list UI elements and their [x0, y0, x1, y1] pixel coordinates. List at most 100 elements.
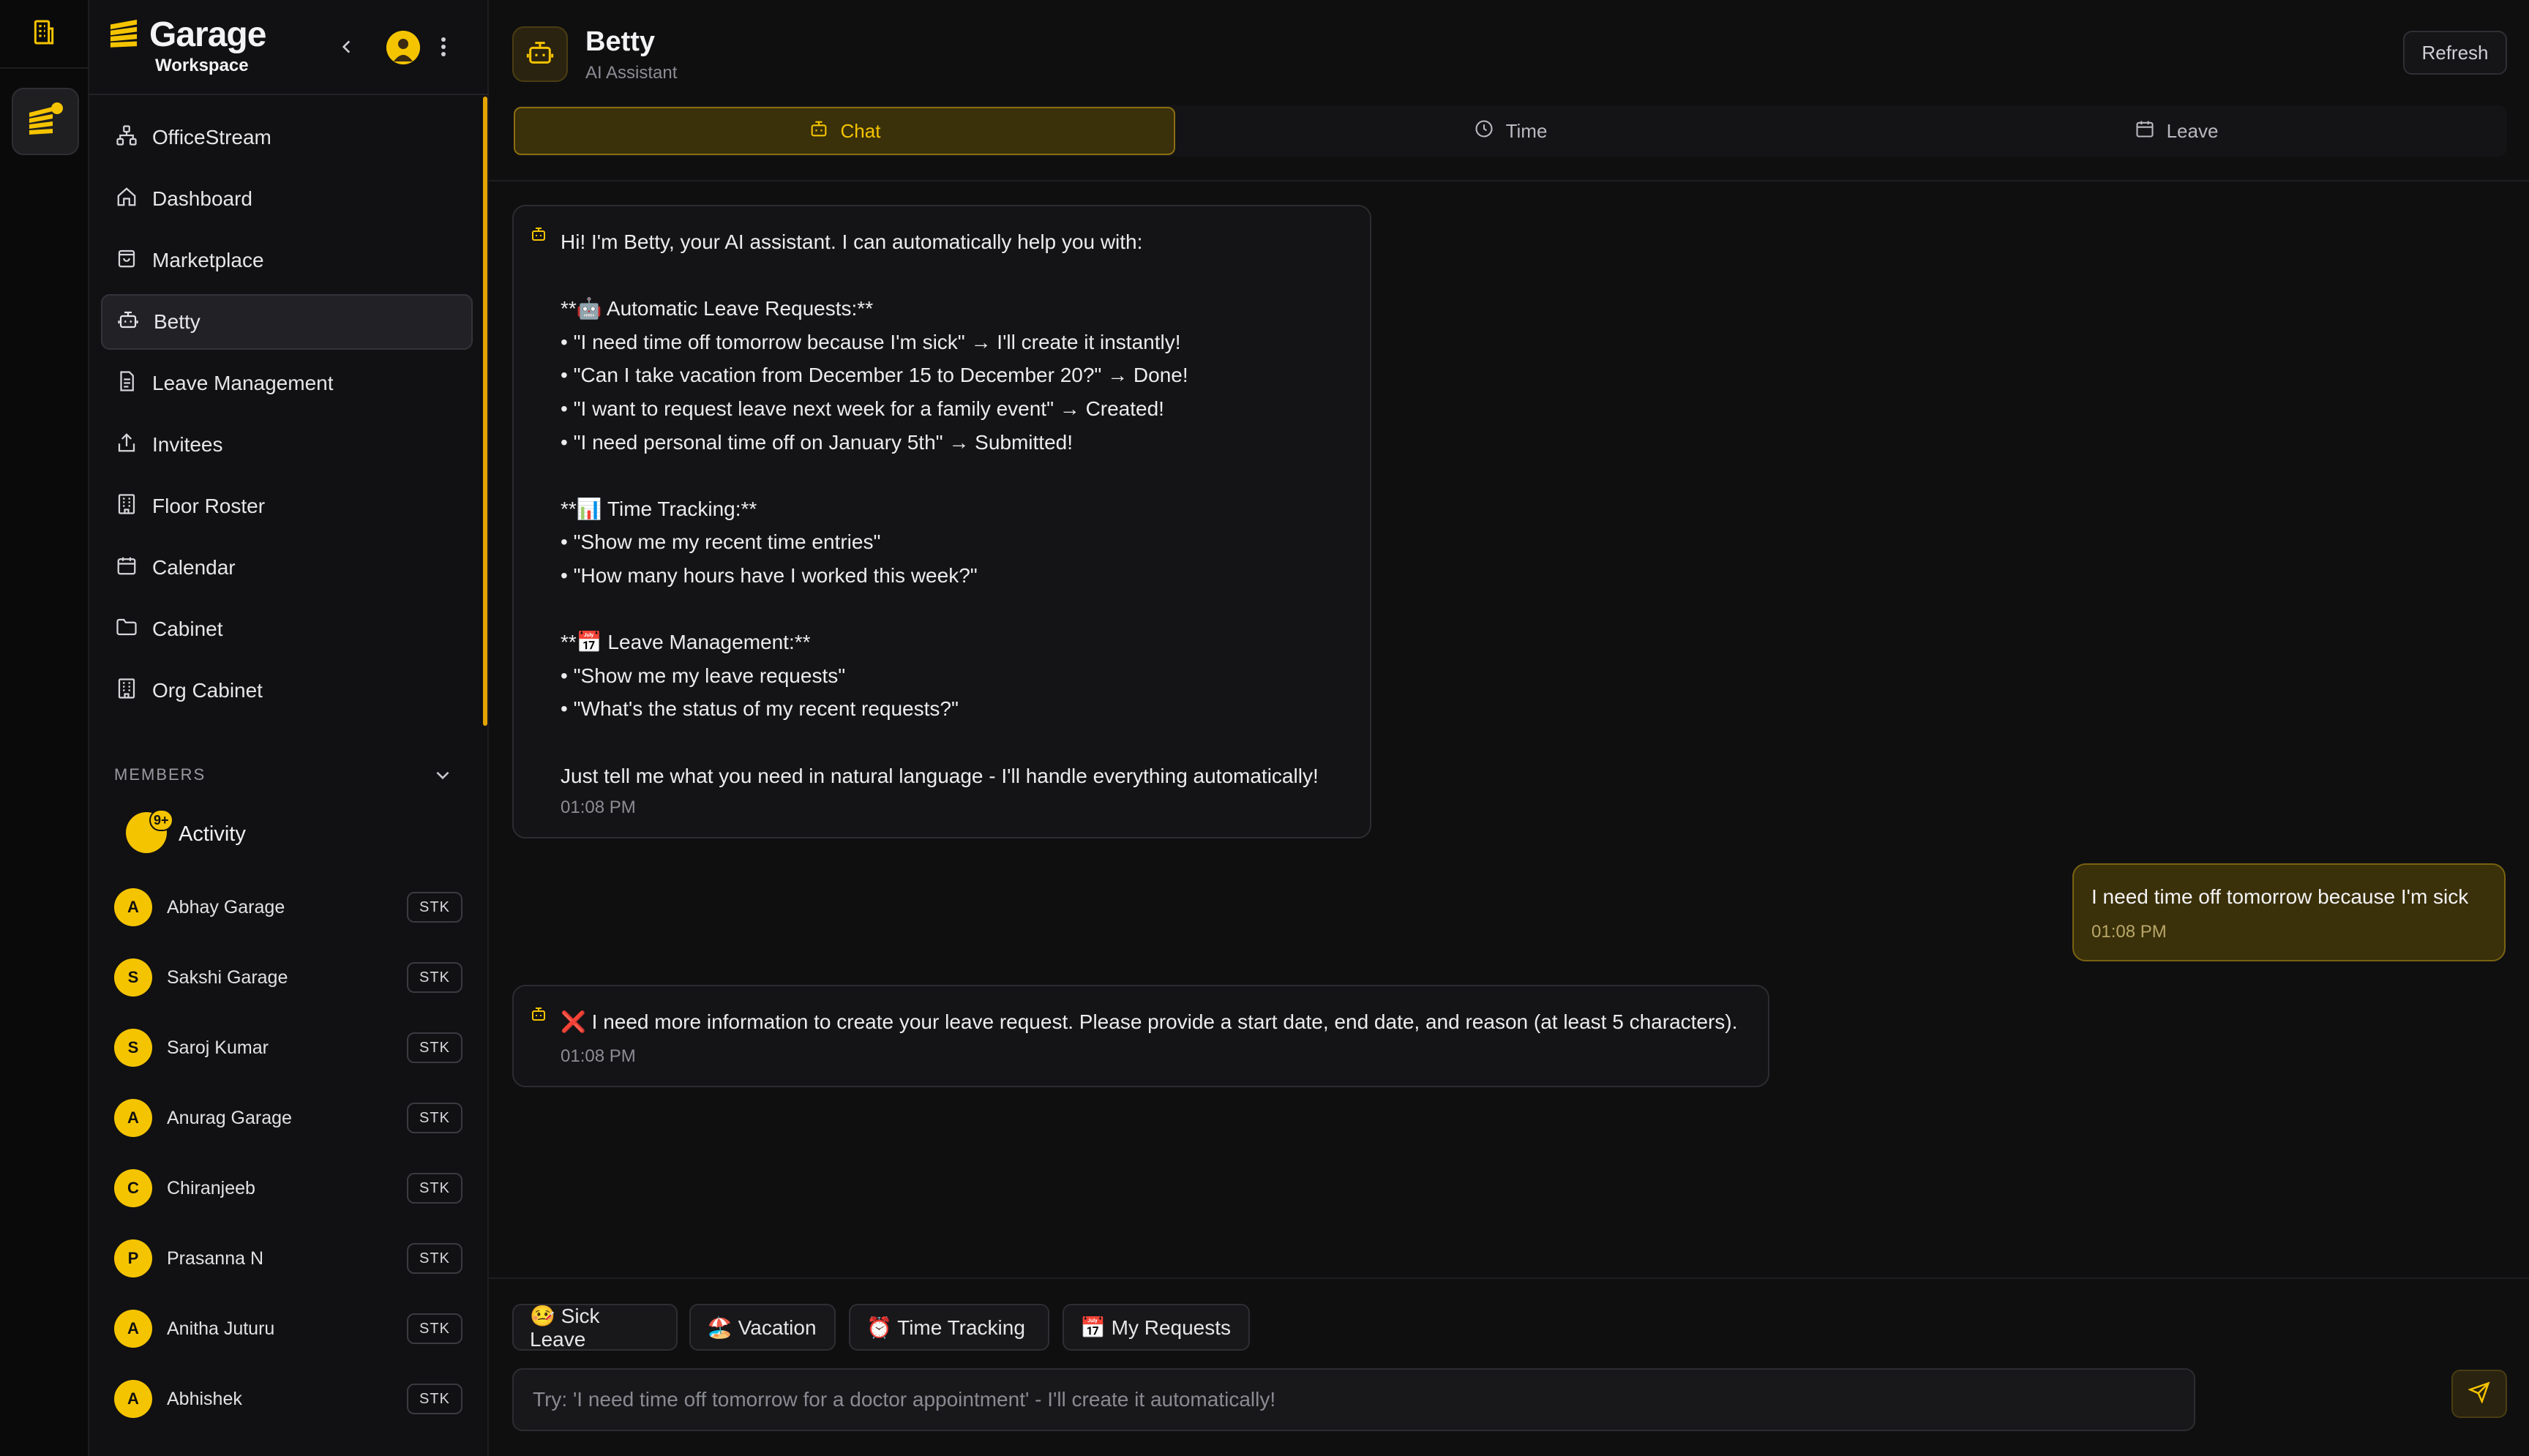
sidebar-item-cabinet[interactable]: Cabinet: [101, 601, 473, 657]
member-name: Sakshi Garage: [167, 967, 288, 988]
send-icon: [2468, 1381, 2490, 1407]
member-tag: STK: [407, 892, 462, 923]
quick-action-sick-leave[interactable]: 🤒 Sick Leave: [512, 1304, 678, 1351]
member-item[interactable]: S Sakshi Garage STK: [114, 957, 462, 998]
activity-count-badge: 9+: [149, 809, 173, 831]
chevron-left-icon: [337, 37, 356, 60]
app-rail: [0, 0, 89, 1456]
member-name: Abhay Garage: [167, 896, 285, 917]
member-name: Chiranjeeb: [167, 1177, 255, 1198]
member-item[interactable]: A Anurag Garage STK: [114, 1097, 462, 1138]
member-name: Abhishek: [167, 1388, 242, 1409]
tab-label: Leave: [2166, 119, 2219, 142]
tab-time[interactable]: Time: [1180, 107, 1841, 155]
message-text: ❌ I need more information to create your…: [561, 1010, 1738, 1033]
page-subtitle: AI Assistant: [585, 63, 678, 83]
member-avatar: P: [114, 1239, 152, 1277]
sidebar-item-leave-management[interactable]: Leave Management: [101, 356, 473, 411]
member-avatar: S: [114, 1029, 152, 1067]
bot-icon: [117, 309, 139, 336]
user-avatar[interactable]: [386, 31, 420, 64]
sidebar-item-label: Calendar: [152, 556, 236, 579]
network-icon: [116, 124, 138, 151]
chat-input[interactable]: Try: 'I need time off tomorrow for a doc…: [512, 1368, 2195, 1431]
kebab-icon: [441, 37, 446, 61]
sidebar-item-invitees[interactable]: Invitees: [101, 417, 473, 473]
sidebar-item-label: Org Cabinet: [152, 679, 263, 702]
member-item[interactable]: S Saroj Kumar STK: [114, 1027, 462, 1068]
chat-header: Betty AI Assistant Refresh: [489, 0, 2529, 95]
member-name: Anurag Garage: [167, 1107, 292, 1128]
member-item[interactable]: P Prasanna N STK: [114, 1238, 462, 1279]
building-icon[interactable]: [29, 18, 59, 50]
workspace-switcher-button[interactable]: [12, 88, 79, 155]
building-icon: [116, 678, 138, 705]
member-avatar: C: [114, 1169, 152, 1207]
sidebar-item-officestream[interactable]: OfficeStream: [101, 110, 473, 165]
sidebar-item-marketplace[interactable]: Marketplace: [101, 233, 473, 288]
member-name: Anitha Juturu: [167, 1318, 275, 1339]
bot-icon: [530, 1005, 547, 1027]
member-item[interactable]: C Chiranjeeb STK: [114, 1168, 462, 1209]
sidebar-item-dashboard[interactable]: Dashboard: [101, 171, 473, 227]
garage-logo-icon: [107, 16, 140, 53]
quick-action-my-requests[interactable]: 📅 My Requests: [1063, 1304, 1250, 1351]
sidebar-item-label: Invitees: [152, 433, 223, 456]
bot-message: Hi! I'm Betty, your AI assistant. I can …: [512, 205, 1371, 838]
brand-title: Garage: [149, 15, 266, 54]
activity-label[interactable]: Activity: [179, 822, 246, 847]
sidebar-item-label: Betty: [154, 310, 201, 333]
send-button[interactable]: [2451, 1370, 2507, 1418]
tab-leave[interactable]: Leave: [1846, 107, 2507, 155]
building-icon: [116, 493, 138, 520]
sidebar-item-label: OfficeStream: [152, 126, 271, 149]
refresh-button[interactable]: Refresh: [2403, 31, 2507, 75]
rail-header: [0, 0, 88, 69]
sidebar-item-betty[interactable]: Betty: [101, 294, 473, 350]
user-message: I need time off tomorrow because I'm sic…: [2072, 863, 2506, 961]
bot-icon: [809, 119, 829, 144]
more-options-button[interactable]: [433, 32, 454, 64]
quick-action-vacation[interactable]: 🏖️ Vacation: [689, 1304, 836, 1351]
member-name: Saroj Kumar: [167, 1037, 269, 1058]
folder-icon: [116, 616, 138, 643]
chat-main: Betty AI Assistant Refresh Chat Time Lea…: [489, 0, 2529, 1456]
clock-icon: [1474, 119, 1494, 144]
collapse-sidebar-button[interactable]: [331, 32, 363, 64]
chevron-down-icon: [436, 771, 449, 780]
sidebar-item-label: Leave Management: [152, 372, 334, 394]
member-name: Prasanna N: [167, 1247, 264, 1269]
home-icon: [116, 186, 138, 213]
share-icon: [116, 432, 138, 459]
member-tag: STK: [407, 1173, 462, 1204]
tab-bar: Chat Time Leave: [514, 105, 2507, 157]
member-avatar: A: [114, 888, 152, 926]
member-tag: STK: [407, 1032, 462, 1063]
member-tag: STK: [407, 1103, 462, 1133]
bot-icon: [530, 225, 547, 247]
member-item[interactable]: A Abhay Garage STK: [114, 887, 462, 928]
garage-logo-icon: [25, 100, 66, 144]
betty-avatar: [512, 26, 568, 82]
members-collapse-toggle[interactable]: [433, 765, 452, 788]
document-icon: [116, 370, 138, 397]
sidebar-item-label: Floor Roster: [152, 495, 266, 517]
member-tag: STK: [407, 962, 462, 993]
member-tag: STK: [407, 1384, 462, 1414]
member-avatar: A: [114, 1310, 152, 1348]
message-text: Hi! I'm Betty, your AI assistant. I can …: [561, 230, 1319, 787]
quick-action-time-tracking[interactable]: ⏰ Time Tracking: [849, 1304, 1049, 1351]
calendar-icon: [2135, 119, 2155, 144]
member-item[interactable]: A Abhishek STK: [114, 1378, 462, 1419]
tab-chat[interactable]: Chat: [514, 107, 1175, 155]
sidebar-scrollbar[interactable]: [483, 97, 487, 726]
sidebar-item-floor-roster[interactable]: Floor Roster: [101, 479, 473, 534]
sidebar-item-label: Marketplace: [152, 249, 264, 271]
sidebar-item-org-cabinet[interactable]: Org Cabinet: [101, 663, 473, 718]
message-time: 01:08 PM: [561, 1046, 636, 1066]
header-divider: [489, 180, 2529, 181]
sidebar-item-label: Cabinet: [152, 618, 223, 640]
member-item[interactable]: A Anitha Juturu STK: [114, 1308, 462, 1349]
bot-icon: [525, 38, 555, 71]
sidebar-item-calendar[interactable]: Calendar: [101, 540, 473, 596]
